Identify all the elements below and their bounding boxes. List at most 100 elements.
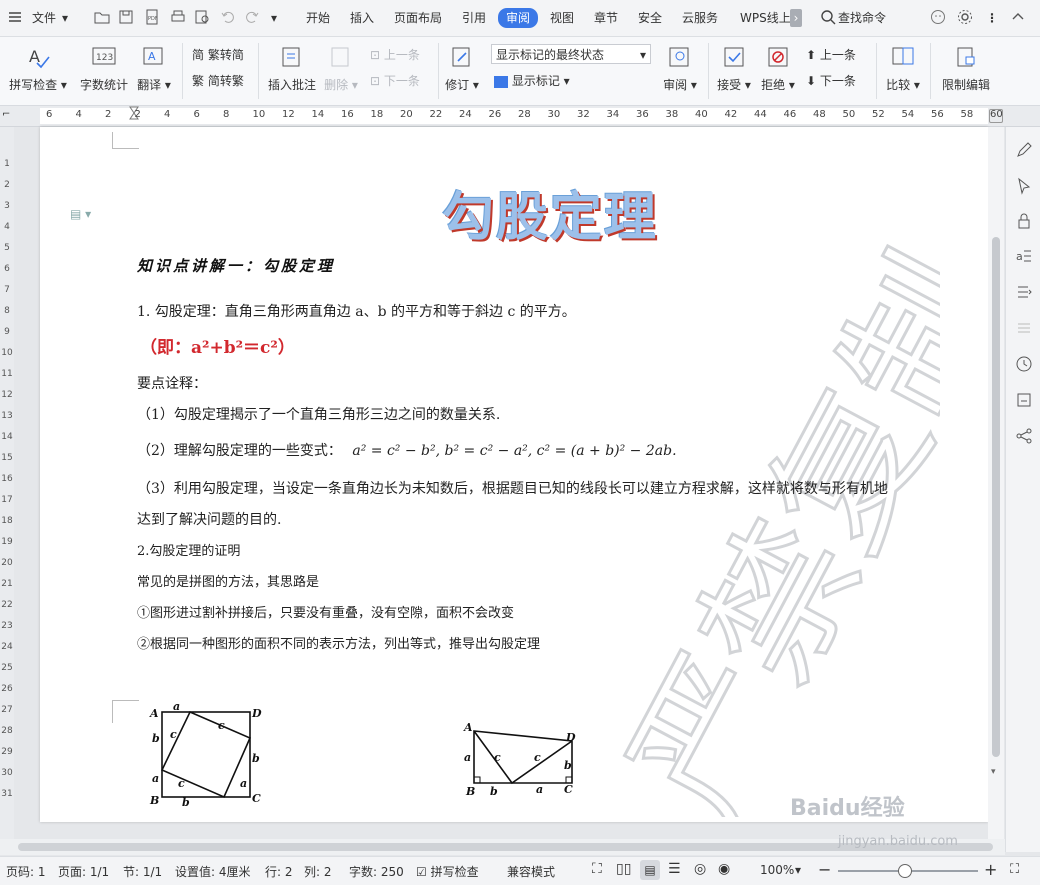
show-markup-button[interactable]: 显示标记 ▾ — [494, 72, 570, 90]
ruler-toggle-icon[interactable] — [989, 109, 1003, 123]
status-col[interactable]: 列: 2 — [304, 863, 332, 880]
tabs-scroll-right-icon[interactable]: › — [790, 9, 802, 27]
markup-state-select[interactable]: 显示标记的最终状态 ▾ — [491, 44, 651, 64]
chevron-down-icon[interactable]: ▾ — [62, 9, 68, 27]
settings-gear-icon[interactable] — [957, 9, 973, 25]
tab-chapter[interactable]: 章节 — [594, 9, 618, 27]
next-change-button[interactable]: ⬇ 下一条 — [806, 72, 856, 90]
ruler-tick-label: 54 — [901, 109, 915, 120]
redo-icon[interactable] — [244, 9, 260, 25]
history-icon[interactable] — [1015, 355, 1033, 373]
status-setting[interactable]: 设置值: 4厘米 — [175, 863, 251, 880]
feedback-icon[interactable] — [930, 9, 946, 25]
to-traditional-button[interactable]: 简 繁转简 — [192, 46, 244, 64]
reject-button[interactable]: 拒绝 ▾ — [758, 45, 798, 93]
scroll-thumb[interactable] — [992, 237, 1000, 757]
backup-icon[interactable] — [1015, 391, 1033, 409]
page-view-icon[interactable]: ▤ — [640, 860, 660, 880]
zoom-in-icon[interactable]: + — [984, 860, 997, 879]
fig2-label-a2: a — [536, 783, 543, 796]
tab-stop-icon[interactable]: ⌐ — [2, 109, 10, 120]
compare-button[interactable]: 比较 ▾ — [882, 45, 924, 93]
horizontal-ruler[interactable]: ⌐ 6 4 2 2 4 6 8 10 12 14 16 18 20 22 24 26 28 30 32 34 36 38 4… — [0, 106, 1040, 127]
to-simplified-button[interactable]: 繁 简转繁 — [192, 72, 244, 90]
accept-button[interactable]: 接受 ▾ — [714, 45, 754, 93]
print-icon[interactable] — [170, 9, 186, 25]
wordcount-button[interactable]: 123 字数统计 — [76, 45, 132, 93]
outline-icon[interactable] — [1015, 283, 1033, 301]
next-comment-button[interactable]: ⊡ 下一条 — [370, 72, 420, 90]
fullscreen-icon[interactable]: ⛶ — [592, 861, 602, 877]
tab-page-layout[interactable]: 页面布局 — [394, 9, 442, 27]
tab-home[interactable]: 开始 — [306, 9, 330, 27]
translate-side-icon[interactable]: a — [1015, 247, 1033, 265]
status-pages[interactable]: 页面: 1/1 — [58, 863, 109, 880]
format-icon[interactable] — [1015, 319, 1033, 337]
open-folder-icon[interactable] — [94, 9, 110, 25]
restrict-editing-button[interactable]: 限制编辑 — [938, 45, 994, 93]
eye-protect-icon[interactable]: ◉ — [718, 861, 730, 877]
comment-marker-icon[interactable]: ▤ ▾ — [70, 207, 91, 221]
section-heading: 知识点讲解一：勾股定理 — [137, 257, 336, 275]
zoom-slider-handle[interactable] — [898, 864, 912, 878]
zoom-dropdown-icon[interactable]: ▾ — [795, 863, 801, 877]
search-icon[interactable] — [820, 9, 836, 25]
spellcheck-label: 拼写检查 — [9, 78, 58, 92]
quick-access-more-icon[interactable]: ▾ — [271, 9, 277, 27]
delete-comment-button[interactable]: 删除 ▾ — [324, 45, 358, 93]
fig1-label-a2: a — [152, 772, 159, 785]
tab-wps-online[interactable]: WPS线上 — [740, 9, 791, 27]
search-command[interactable]: 查找命令 — [838, 9, 886, 27]
translate-button[interactable]: A 翻译 ▾ — [134, 45, 174, 93]
pen-icon[interactable] — [1015, 141, 1033, 159]
more-options-icon[interactable]: ⋮ — [986, 9, 998, 27]
compat-mode[interactable]: 兼容模式 — [507, 863, 555, 880]
document-page[interactable]: 严禁复制 ▤ ▾ 勾股定理 知识点讲解一：勾股定理 1. 勾股定理：直角三角形两… — [40, 127, 988, 822]
tab-security[interactable]: 安全 — [638, 9, 662, 27]
tab-references[interactable]: 引用 — [462, 9, 486, 27]
review-pane-button[interactable]: 审阅 ▾ — [660, 45, 700, 93]
collapse-ribbon-icon[interactable] — [1010, 9, 1026, 25]
tab-cloud[interactable]: 云服务 — [682, 9, 718, 27]
cursor-icon[interactable] — [1015, 177, 1033, 195]
ruler-tick-label: 42 — [724, 109, 738, 120]
zoom-level[interactable]: 100% — [760, 863, 794, 877]
undo-icon[interactable] — [220, 9, 236, 25]
track-changes-button[interactable]: 修订 ▾ — [444, 45, 480, 93]
arrow-down-icon: ⬇ — [806, 74, 817, 88]
tab-review[interactable]: 审阅 — [498, 8, 539, 28]
ruler-tick-label: 46 — [783, 109, 797, 120]
share-icon[interactable] — [1015, 427, 1033, 445]
ruler-tick-label: 16 — [341, 109, 354, 120]
status-section[interactable]: 节: 1/1 — [123, 863, 162, 880]
chevron-down-icon: ▾ — [639, 48, 646, 62]
document-title: 勾股定理 — [441, 188, 658, 248]
export-pdf-icon[interactable]: PDF — [144, 9, 160, 25]
tab-insert[interactable]: 插入 — [350, 9, 374, 27]
status-row[interactable]: 行: 2 — [265, 863, 293, 880]
save-icon[interactable] — [118, 9, 134, 25]
outline-view-icon[interactable]: ☰ — [668, 861, 681, 877]
lock-icon[interactable] — [1015, 212, 1033, 230]
status-page-number[interactable]: 页码: 1 — [6, 863, 46, 880]
spellcheck-status[interactable]: ☑ 拼写检查 — [416, 863, 479, 880]
hamburger-icon[interactable] — [8, 10, 24, 26]
fit-window-icon[interactable]: ⛶ — [1010, 862, 1019, 877]
fig1-label-D: D — [251, 707, 262, 720]
print-preview-icon[interactable] — [194, 9, 210, 25]
file-menu[interactable]: 文件 — [32, 9, 56, 27]
prev-change-button[interactable]: ⬆ 上一条 — [806, 46, 856, 64]
insert-comment-button[interactable]: 插入批注 — [264, 45, 320, 93]
scroll-down-icon[interactable]: ▾ — [991, 767, 996, 777]
ruler-tick-label: 22 — [429, 109, 443, 120]
vertical-ruler[interactable]: 1 2 3 4 5 6 7 8 9 10 11 12 13 14 15 16 17 18 19 20 21 22 23 24 2… — [0, 127, 14, 852]
tab-view[interactable]: 视图 — [550, 9, 574, 27]
spellcheck-button[interactable]: A 拼写检查 ▾ — [8, 45, 68, 93]
zoom-out-icon[interactable]: − — [818, 860, 831, 879]
prev-comment-button[interactable]: ⊡ 上一条 — [370, 46, 420, 64]
vertical-scrollbar[interactable]: ▾ — [988, 127, 1004, 852]
traditional-icon: 简 — [192, 48, 205, 62]
web-view-icon[interactable]: ◎ — [694, 861, 706, 877]
read-mode-icon[interactable]: ▯▯ — [616, 861, 631, 877]
status-wordcount[interactable]: 字数: 250 — [349, 863, 404, 880]
